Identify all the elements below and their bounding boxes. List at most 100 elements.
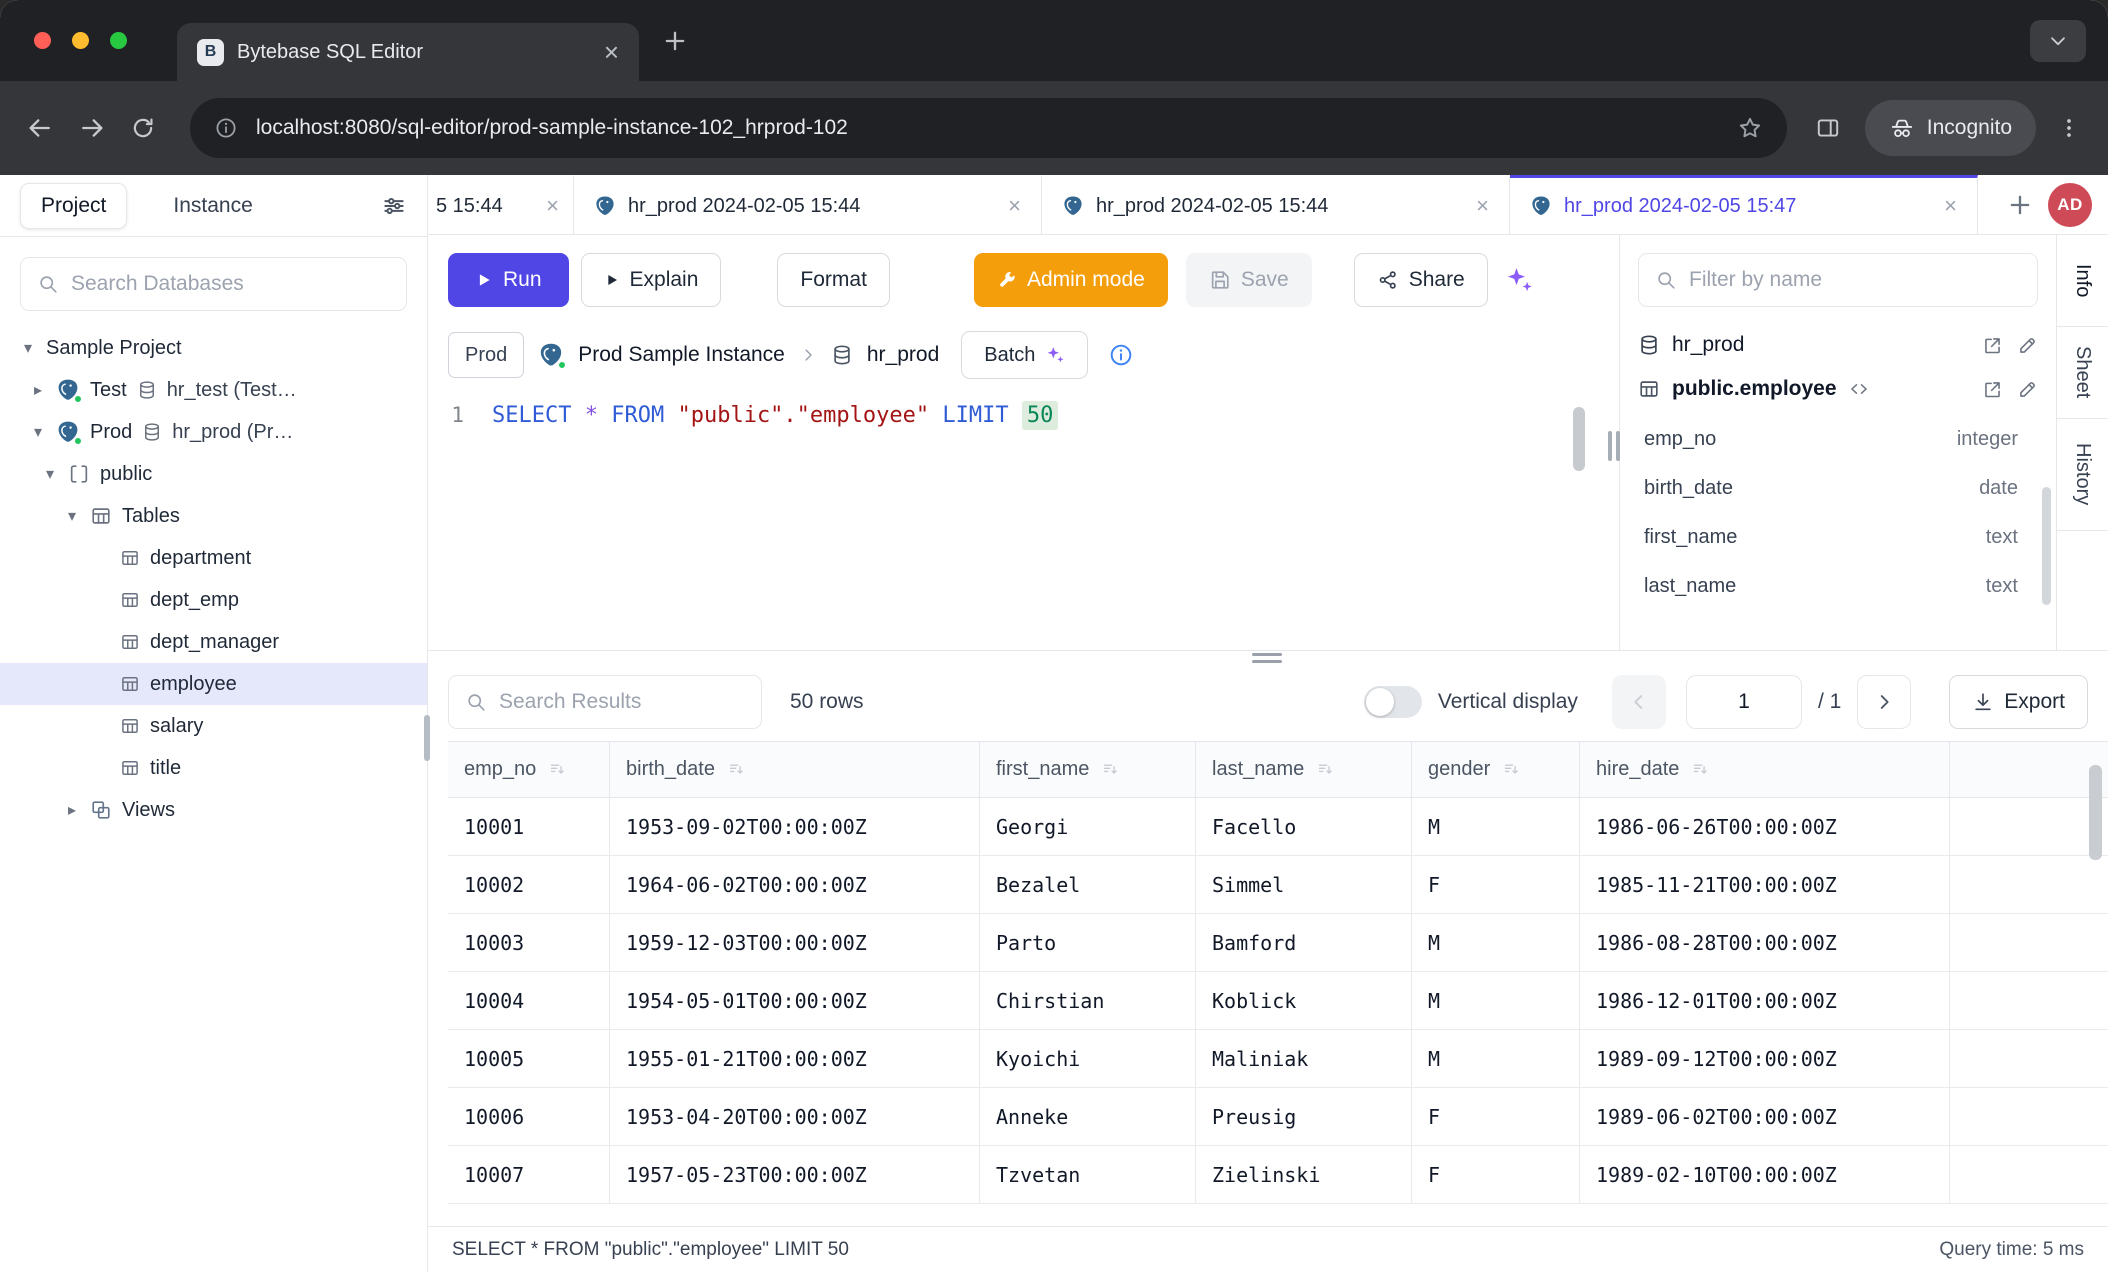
splitter-handle-icon[interactable]: [1252, 653, 1282, 663]
column-row[interactable]: emp_no integer: [1638, 415, 2038, 464]
tree-item-table-salary[interactable]: salary: [0, 705, 427, 747]
table-row[interactable]: 10003 1959-12-03T00:00:00Z Parto Bamford…: [448, 914, 2108, 972]
user-avatar[interactable]: AD: [2048, 183, 2092, 227]
chevron-down-icon[interactable]: ▾: [30, 422, 46, 442]
column-header-first-name[interactable]: first_name: [980, 742, 1196, 797]
column-row[interactable]: last_name text: [1638, 562, 2038, 611]
column-header-last-name[interactable]: last_name: [1196, 742, 1412, 797]
tree-item-table-dept-manager[interactable]: dept_manager: [0, 621, 427, 663]
tree-item-table-department[interactable]: department: [0, 537, 427, 579]
explain-button[interactable]: Explain: [581, 253, 722, 307]
admin-mode-button[interactable]: Admin mode: [974, 253, 1168, 307]
tab-close-icon[interactable]: ×: [604, 39, 619, 65]
tab-close-icon[interactable]: ×: [1476, 193, 1489, 219]
tree-item-table-dept-emp[interactable]: dept_emp: [0, 579, 427, 621]
tree-item-views-group[interactable]: ▸ Views: [0, 789, 427, 831]
prev-page-button[interactable]: [1612, 675, 1666, 729]
chevron-right-icon[interactable]: ▸: [64, 800, 80, 820]
bookmark-star-icon[interactable]: [1737, 115, 1763, 141]
tab-search-button[interactable]: [2030, 20, 2086, 62]
table-row[interactable]: 10007 1957-05-23T00:00:00Z Tzvetan Zieli…: [448, 1146, 2108, 1204]
tab-close-icon[interactable]: ×: [546, 193, 559, 219]
filter-by-name-input[interactable]: [1689, 268, 2021, 292]
page-number-input[interactable]: [1686, 675, 1802, 729]
new-tab-button[interactable]: [661, 27, 689, 55]
window-zoom-button[interactable]: [110, 32, 127, 49]
connection-info-icon[interactable]: [1108, 342, 1134, 368]
tab-close-icon[interactable]: ×: [1944, 193, 1957, 219]
filter-settings-icon[interactable]: [381, 193, 407, 219]
search-databases-input[interactable]: [71, 272, 390, 296]
next-page-button[interactable]: [1857, 675, 1911, 729]
instance-name[interactable]: Prod Sample Instance: [578, 343, 785, 367]
table-row[interactable]: 10001 1953-09-02T00:00:00Z Georgi Facell…: [448, 798, 2108, 856]
chevron-down-icon[interactable]: ▾: [20, 338, 36, 358]
address-bar[interactable]: localhost:8080/sql-editor/prod-sample-in…: [190, 98, 1787, 158]
tree-item-prod-instance[interactable]: ▾ Prod hr_prod (Pr…: [0, 411, 427, 453]
external-link-icon[interactable]: [1982, 379, 2003, 400]
side-panel-icon[interactable]: [1815, 115, 1841, 141]
panel-resize-handle[interactable]: [1608, 431, 1620, 461]
editor-tab-2[interactable]: hr_prod 2024-02-05 15:44 ×: [574, 175, 1042, 234]
chevron-right-icon[interactable]: ▸: [30, 380, 46, 400]
edit-icon[interactable]: [2017, 379, 2038, 400]
table-row[interactable]: 10004 1954-05-01T00:00:00Z Chirstian Kob…: [448, 972, 2108, 1030]
format-button[interactable]: Format: [777, 253, 890, 307]
export-button[interactable]: Export: [1949, 675, 2088, 729]
editor-scrollbar-thumb[interactable]: [1573, 407, 1585, 471]
tree-item-test-instance[interactable]: ▸ Test hr_test (Test…: [0, 369, 427, 411]
editor-tab-3[interactable]: hr_prod 2024-02-05 15:44 ×: [1042, 175, 1510, 234]
column-row[interactable]: birth_date date: [1638, 464, 2038, 513]
vertical-display-toggle[interactable]: [1364, 686, 1422, 718]
edit-icon[interactable]: [2017, 335, 2038, 356]
reload-button[interactable]: [130, 115, 156, 141]
batch-button[interactable]: Batch: [961, 331, 1088, 379]
tree-item-tables-group[interactable]: ▾ Tables: [0, 495, 427, 537]
window-close-button[interactable]: [34, 32, 51, 49]
sql-editor[interactable]: 1 SELECT * FROM "public"."employee" LIMI…: [428, 403, 1619, 650]
chevron-down-icon[interactable]: ▾: [64, 506, 80, 526]
results-splitter[interactable]: [428, 650, 2108, 663]
window-minimize-button[interactable]: [72, 32, 89, 49]
database-name[interactable]: hr_prod: [867, 343, 939, 367]
column-header-emp-no[interactable]: emp_no: [448, 742, 610, 797]
share-button[interactable]: Share: [1354, 253, 1488, 307]
tab-history[interactable]: History: [2057, 419, 2108, 531]
sidebar-resize-handle[interactable]: [424, 715, 430, 761]
browser-tab[interactable]: B Bytebase SQL Editor ×: [177, 23, 639, 81]
editor-tab-1[interactable]: 5 15:44 ×: [428, 175, 574, 234]
tab-instance[interactable]: Instance: [173, 194, 252, 218]
back-button[interactable]: [26, 114, 54, 142]
tab-info[interactable]: Info: [2057, 235, 2108, 327]
external-link-icon[interactable]: [1982, 335, 2003, 356]
tab-sheet[interactable]: Sheet: [2057, 327, 2108, 419]
column-row[interactable]: first_name text: [1638, 513, 2038, 562]
results-scrollbar-thumb[interactable]: [2089, 765, 2102, 860]
column-header-birth-date[interactable]: birth_date: [610, 742, 980, 797]
table-cell-filler: [1950, 1030, 2108, 1087]
tree-item-table-title[interactable]: title: [0, 747, 427, 789]
tab-close-icon[interactable]: ×: [1008, 193, 1021, 219]
run-button[interactable]: Run: [448, 253, 569, 307]
tree-item-sample-project[interactable]: ▾ Sample Project: [0, 327, 427, 369]
site-info-icon[interactable]: [214, 116, 238, 140]
editor-tab-4-active[interactable]: hr_prod 2024-02-05 15:47 ×: [1510, 175, 1978, 234]
table-row[interactable]: 10002 1964-06-02T00:00:00Z Bezalel Simme…: [448, 856, 2108, 914]
search-results-input[interactable]: [499, 690, 745, 714]
panel-scrollbar-thumb[interactable]: [2042, 487, 2051, 605]
ai-sparkle-button[interactable]: [1504, 265, 1534, 295]
chevron-down-icon[interactable]: ▾: [42, 464, 58, 484]
browser-menu-icon[interactable]: [2056, 115, 2082, 141]
tab-project[interactable]: Project: [20, 183, 127, 229]
new-query-tab-button[interactable]: [2006, 191, 2034, 219]
code-icon[interactable]: [1849, 379, 1869, 399]
environment-chip[interactable]: Prod: [448, 332, 524, 378]
table-row[interactable]: 10006 1953-04-20T00:00:00Z Anneke Preusi…: [448, 1088, 2108, 1146]
save-button[interactable]: Save: [1186, 253, 1312, 307]
tree-item-table-employee[interactable]: employee: [0, 663, 427, 705]
forward-button[interactable]: [78, 114, 106, 142]
table-row[interactable]: 10005 1955-01-21T00:00:00Z Kyoichi Malin…: [448, 1030, 2108, 1088]
column-header-gender[interactable]: gender: [1412, 742, 1580, 797]
column-header-hire-date[interactable]: hire_date: [1580, 742, 1950, 797]
tree-item-public-schema[interactable]: ▾ public: [0, 453, 427, 495]
